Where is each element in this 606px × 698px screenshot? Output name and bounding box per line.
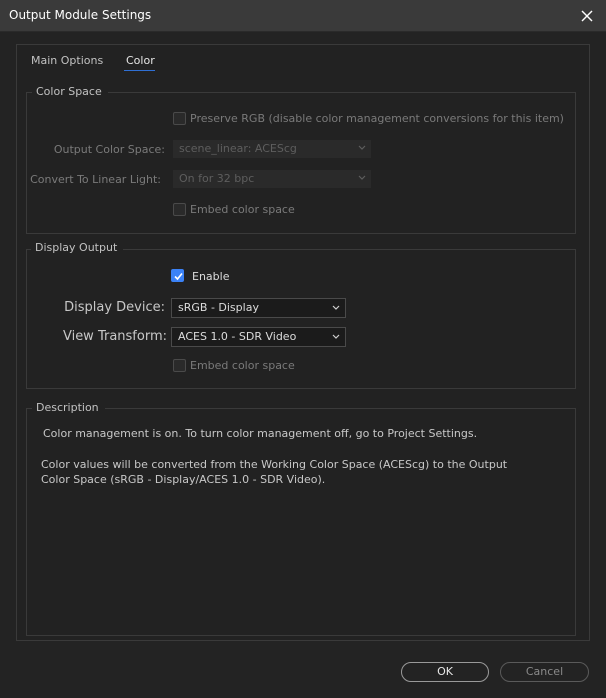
output-color-space-value: scene_linear: ACEScg <box>179 142 297 155</box>
output-color-space-select[interactable]: scene_linear: ACEScg <box>173 140 371 158</box>
color-space-group-label: Color Space <box>32 85 108 98</box>
convert-linear-label: Convert To Linear Light: <box>30 173 161 186</box>
output-color-space-label: Output Color Space: <box>53 143 165 156</box>
active-tab-indicator <box>124 70 155 71</box>
chevron-down-icon <box>332 334 340 339</box>
embed-color-space-label: Embed color space <box>190 203 295 216</box>
description-group-label: Description <box>32 401 105 414</box>
display-output-group-label: Display Output <box>31 241 124 254</box>
display-embed-color-space-checkbox[interactable] <box>173 359 186 372</box>
description-group <box>26 408 576 636</box>
enable-label: Enable <box>192 270 230 283</box>
embed-color-space-checkbox[interactable] <box>173 203 186 216</box>
cancel-button[interactable]: Cancel <box>500 662 589 682</box>
tab-color[interactable]: Color <box>126 54 155 67</box>
display-device-value: sRGB - Display <box>178 301 259 314</box>
view-transform-select[interactable]: ACES 1.0 - SDR Video <box>171 327 346 347</box>
enable-checkbox[interactable] <box>171 269 184 282</box>
description-line-2: Color values will be converted from the … <box>41 458 508 471</box>
title-bar: Output Module Settings <box>0 0 606 32</box>
description-line-3: Color Space (sRGB - Display/ACES 1.0 - S… <box>41 473 326 486</box>
convert-linear-select[interactable]: On for 32 bpc <box>173 170 371 188</box>
ok-button[interactable]: OK <box>401 662 489 682</box>
checkmark-icon <box>174 272 183 281</box>
preserve-rgb-label: Preserve RGB (disable color management c… <box>190 112 564 125</box>
chevron-down-icon <box>358 145 366 150</box>
view-transform-label: View Transform: <box>62 329 167 344</box>
convert-linear-value: On for 32 bpc <box>179 172 255 185</box>
display-embed-color-space-label: Embed color space <box>190 359 295 372</box>
close-button[interactable] <box>576 5 598 27</box>
close-icon <box>581 10 593 22</box>
tab-main-options[interactable]: Main Options <box>31 54 103 67</box>
view-transform-value: ACES 1.0 - SDR Video <box>178 330 297 343</box>
chevron-down-icon <box>358 175 366 180</box>
description-line-1: Color management is on. To turn color ma… <box>43 427 478 440</box>
preserve-rgb-checkbox[interactable] <box>173 112 186 125</box>
window-title: Output Module Settings <box>9 8 152 22</box>
display-device-label: Display Device: <box>64 300 165 315</box>
chevron-down-icon <box>332 305 340 310</box>
display-device-select[interactable]: sRGB - Display <box>171 298 346 318</box>
display-output-group <box>26 249 576 389</box>
